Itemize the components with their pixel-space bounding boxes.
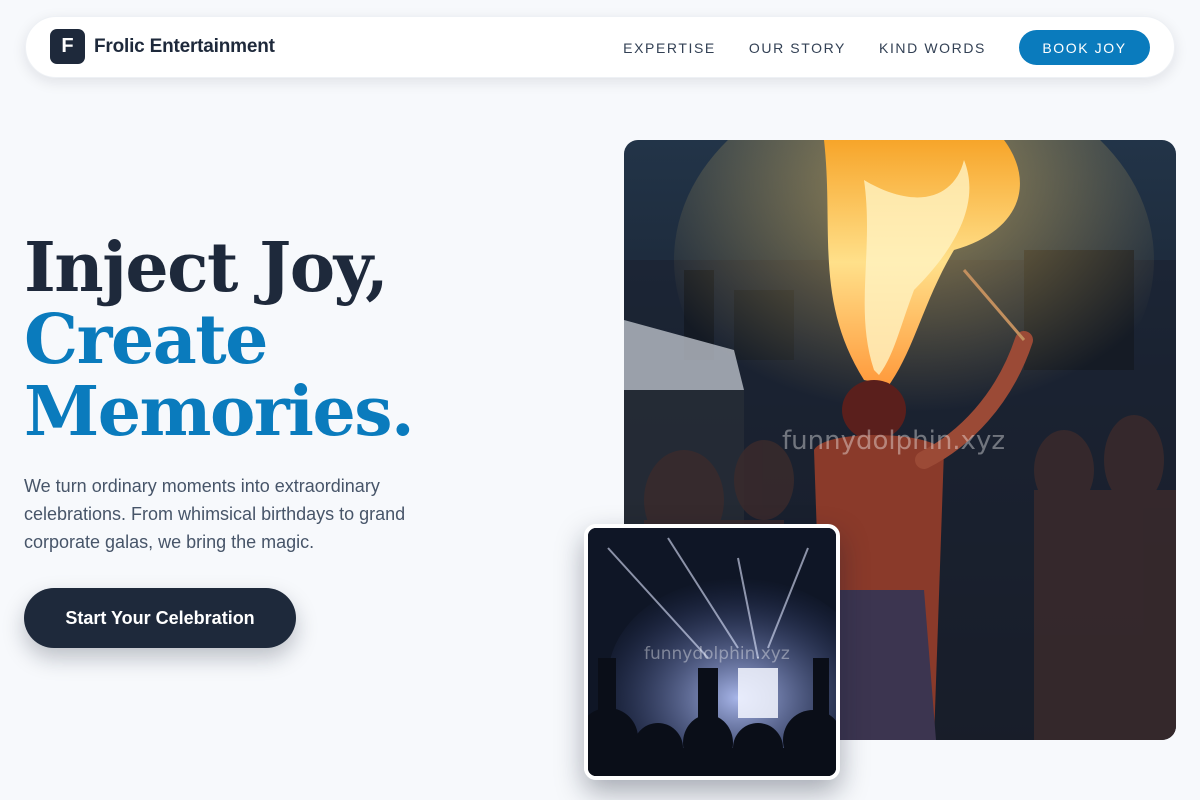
inset-watermark: funnydolphin.xyz bbox=[644, 644, 790, 664]
hero-title: Inject Joy, Create Memories. bbox=[24, 228, 415, 452]
nav-link-our-story[interactable]: OUR STORY bbox=[749, 40, 846, 56]
nav-link-kind-words[interactable]: KIND WORDS bbox=[879, 40, 986, 56]
brand-name: Frolic Entertainment bbox=[94, 35, 275, 57]
start-celebration-button[interactable]: Start Your Celebration bbox=[24, 588, 296, 648]
nav-links: EXPERTISE OUR STORY KIND WORDS BOOK JOY bbox=[623, 30, 1150, 65]
brand[interactable]: F Frolic Entertainment bbox=[50, 29, 275, 64]
concert-photo: funnydolphin.xyz bbox=[584, 524, 840, 780]
brand-logo-icon: F bbox=[50, 29, 85, 64]
top-nav: F Frolic Entertainment EXPERTISE OUR STO… bbox=[25, 16, 1175, 78]
book-joy-button[interactable]: BOOK JOY bbox=[1019, 30, 1150, 65]
hero-description-line-3: corporate galas, we bring the magic. bbox=[24, 532, 315, 552]
hero-description-line-2: celebrations. From whimsical birthdays t… bbox=[24, 504, 406, 524]
hero-description-line-1: We turn ordinary moments into extraordin… bbox=[24, 476, 380, 496]
hero-title-line-1: Inject Joy, bbox=[24, 228, 389, 308]
hero-title-line-2: Create bbox=[24, 300, 268, 380]
hero-description: We turn ordinary moments into extraordin… bbox=[24, 472, 454, 556]
nav-link-expertise[interactable]: EXPERTISE bbox=[623, 40, 716, 56]
photo-watermark: funnydolphin.xyz bbox=[782, 426, 1005, 456]
hero-title-line-3: Memories. bbox=[24, 372, 415, 452]
